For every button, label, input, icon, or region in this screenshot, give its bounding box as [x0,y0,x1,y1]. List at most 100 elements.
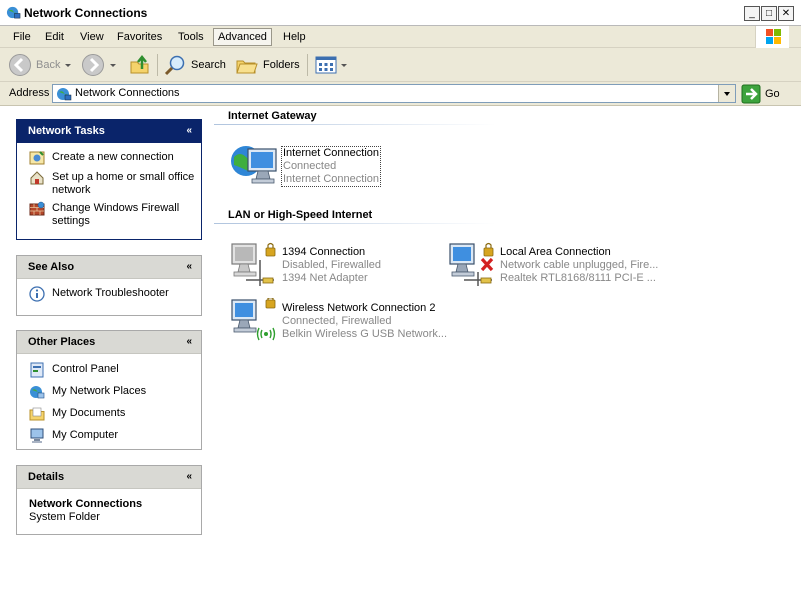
connection-name: 1394 Connection [282,246,366,258]
address-dropdown-icon[interactable] [718,85,735,102]
maximize-button[interactable]: □ [761,6,777,21]
network-tasks-header[interactable]: Network Tasks « [17,120,201,143]
menu-edit[interactable]: Edit [41,29,68,45]
forward-button[interactable] [81,53,116,77]
connection-details: Wireless Network Connection 2 Connected,… [282,302,447,341]
task-create-new-connection[interactable]: Create a new connection [29,151,201,166]
toolbar-separator [307,54,308,76]
connection-status: Disabled, Firewalled [282,259,382,271]
folders-button[interactable]: Folders [235,53,300,77]
search-icon [164,55,185,76]
network-tasks-pane: Network Tasks « Create a new connection … [16,119,202,240]
task-home-network[interactable]: Set up a home or small office network [29,171,201,197]
network-connections-icon [57,88,72,101]
place-my-computer[interactable]: My Computer [29,428,201,444]
details-folder-name: Network Connections [29,498,143,510]
place-control-panel[interactable]: Control Panel [29,362,201,378]
group-header-internet-gateway: Internet Gateway [228,110,317,122]
title-bar: Network Connections _ □ ✕ [0,0,801,26]
computer-icon [30,428,44,443]
views-dropdown-icon[interactable] [341,63,347,67]
collapse-chevron-icon[interactable]: « [186,336,192,347]
connection-name: Local Area Connection [500,246,611,258]
network-places-icon [30,386,45,399]
back-arrow-icon [9,54,31,76]
address-field[interactable]: Network Connections [52,84,736,103]
search-button[interactable]: Search [163,53,226,77]
pane-title: Other Places [28,336,96,348]
pane-title: Network Tasks [28,125,105,137]
place-my-network-places[interactable]: My Network Places [29,385,201,400]
menu-file[interactable]: File [9,29,35,45]
connection-details: 1394 Connection Disabled, Firewalled 139… [282,246,381,285]
connection-details: Local Area Connection Network cable unpl… [500,246,658,285]
control-panel-icon [30,362,44,378]
details-pane: Details « Network Connections System Fol… [16,465,202,535]
network-adapter-disabled-icon [231,242,276,286]
connection-device: Belkin Wireless G USB Network... [282,328,448,340]
place-my-documents[interactable]: My Documents [29,407,201,422]
network-cable-unplugged-icon [449,242,494,286]
collapse-chevron-icon[interactable]: « [186,125,192,136]
task-label: Create a new connection [52,151,174,163]
up-folder-button[interactable] [128,53,152,77]
network-connections-icon [6,6,21,19]
forward-arrow-icon [82,54,104,76]
back-label: Back [36,59,61,71]
see-also-header[interactable]: See Also « [17,256,201,279]
menu-bar: File Edit View Favorites Tools Advanced … [0,26,801,48]
address-label: Address [9,87,50,99]
folders-icon [236,60,258,74]
connection-name: Wireless Network Connection 2 [282,302,436,314]
firewall-icon [29,201,45,216]
window-title: Network Connections [24,6,148,20]
internet-gateway-icon [231,146,277,184]
see-also-pane: See Also « Network Troubleshooter [16,255,202,316]
pane-title: Details [28,471,65,483]
collapse-chevron-icon[interactable]: « [186,471,192,482]
menu-help[interactable]: Help [279,29,310,45]
menu-view[interactable]: View [76,29,108,45]
place-label: My Documents [52,407,126,419]
connection-status: Connected [283,160,337,172]
details-header[interactable]: Details « [17,466,201,489]
group-divider [214,223,496,224]
views-button[interactable] [314,53,347,77]
place-label: My Network Places [52,385,147,397]
folders-label: Folders [263,59,300,71]
place-label: My Computer [52,429,119,441]
go-label: Go [765,88,780,100]
connection-device: 1394 Net Adapter [282,272,368,284]
menu-advanced[interactable]: Advanced [213,28,272,46]
up-folder-icon [130,54,149,74]
back-button[interactable]: Back [8,53,72,77]
windows-logo-icon [755,26,789,48]
connection-details: Internet Connection Connected Internet C… [281,146,382,187]
forward-dropdown-icon[interactable] [110,63,116,67]
task-label: Network Troubleshooter [52,287,169,299]
go-button[interactable]: Go [741,84,780,104]
group-header-lan: LAN or High-Speed Internet [228,209,373,221]
other-places-header[interactable]: Other Places « [17,331,201,354]
group-divider [214,124,496,125]
connection-name: Internet Connection [283,147,380,159]
go-arrow-icon [741,84,761,104]
menu-favorites[interactable]: Favorites [113,29,166,45]
toolbar-separator [157,54,158,76]
details-folder-type: System Folder [29,511,100,523]
connection-device: Internet Connection [283,173,380,185]
back-dropdown-icon[interactable] [65,63,72,67]
new-connection-icon [29,151,45,165]
views-icon [315,56,337,74]
pane-title: See Also [28,261,75,273]
connection-status: Network cable unplugged, Fire... [500,259,659,271]
task-firewall-settings[interactable]: Change Windows Firewall settings [29,201,201,228]
menu-tools[interactable]: Tools [174,29,208,45]
close-button[interactable]: ✕ [778,6,794,21]
address-value: Network Connections [75,87,180,99]
task-network-troubleshooter[interactable]: Network Troubleshooter [29,286,201,302]
search-label: Search [191,59,226,71]
minimize-button[interactable]: _ [744,6,760,21]
wireless-connection-icon [231,298,276,341]
collapse-chevron-icon[interactable]: « [186,261,192,272]
